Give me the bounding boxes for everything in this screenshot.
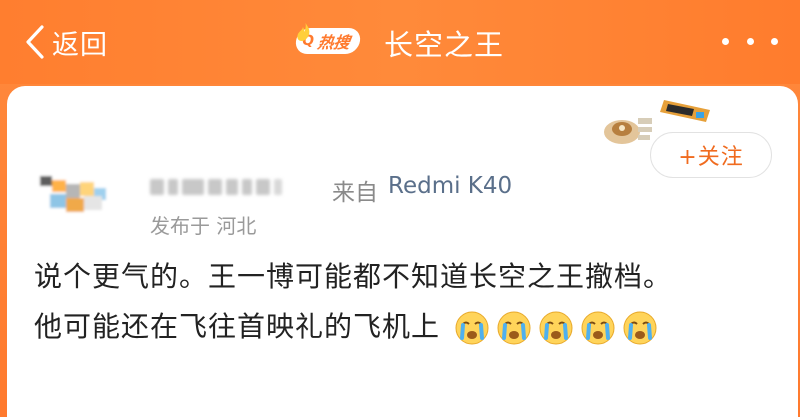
- crying-face-emoji: [623, 311, 657, 345]
- device-name: Redmi K40: [388, 173, 513, 199]
- follow-label: +关注: [678, 145, 744, 170]
- more-dot: [722, 37, 729, 45]
- crying-face-emoji: [539, 311, 573, 345]
- post-content: 说个更气的。王一博可能都不知道长空之王撤档。 他可能还在飞往首映礼的飞机上: [34, 252, 774, 352]
- content-line-1: 说个更气的。王一博可能都不知道长空之王撤档。: [34, 260, 673, 293]
- hot-search-pill: Q 热搜: [294, 23, 362, 54]
- crying-face-emoji: [455, 311, 489, 345]
- username-redacted[interactable]: [150, 176, 282, 198]
- source-prefix: 来自: [332, 180, 378, 206]
- content-line-2: 他可能还在飞往首映礼的飞机上: [34, 302, 774, 352]
- flame-icon: [297, 23, 310, 41]
- content-line-2-text: 他可能还在飞往首映礼的飞机上: [34, 310, 441, 343]
- chevron-left-icon: [26, 25, 44, 59]
- back-label: 返回: [52, 29, 108, 61]
- post-source: 来自 Redmi K40: [332, 173, 512, 207]
- more-dot: [746, 37, 754, 45]
- back-button[interactable]: 返回: [22, 20, 108, 64]
- post-location: 发布于 河北: [150, 214, 257, 238]
- avatar[interactable]: [36, 170, 118, 216]
- emoji-row: [454, 310, 658, 346]
- page-title: 长空之王: [384, 28, 505, 62]
- more-dot: [771, 37, 778, 45]
- hot-search-label: 热搜: [316, 33, 352, 52]
- top-navigation-bar: 返回 Q 热搜 长空之王: [0, 0, 800, 84]
- hot-search-button[interactable]: Q 热搜: [294, 23, 362, 56]
- avatar-image: [36, 170, 118, 216]
- crying-face-emoji: [581, 311, 615, 345]
- more-button[interactable]: [722, 26, 778, 56]
- follow-button[interactable]: +关注: [650, 132, 772, 178]
- crying-face-emoji: [497, 311, 531, 345]
